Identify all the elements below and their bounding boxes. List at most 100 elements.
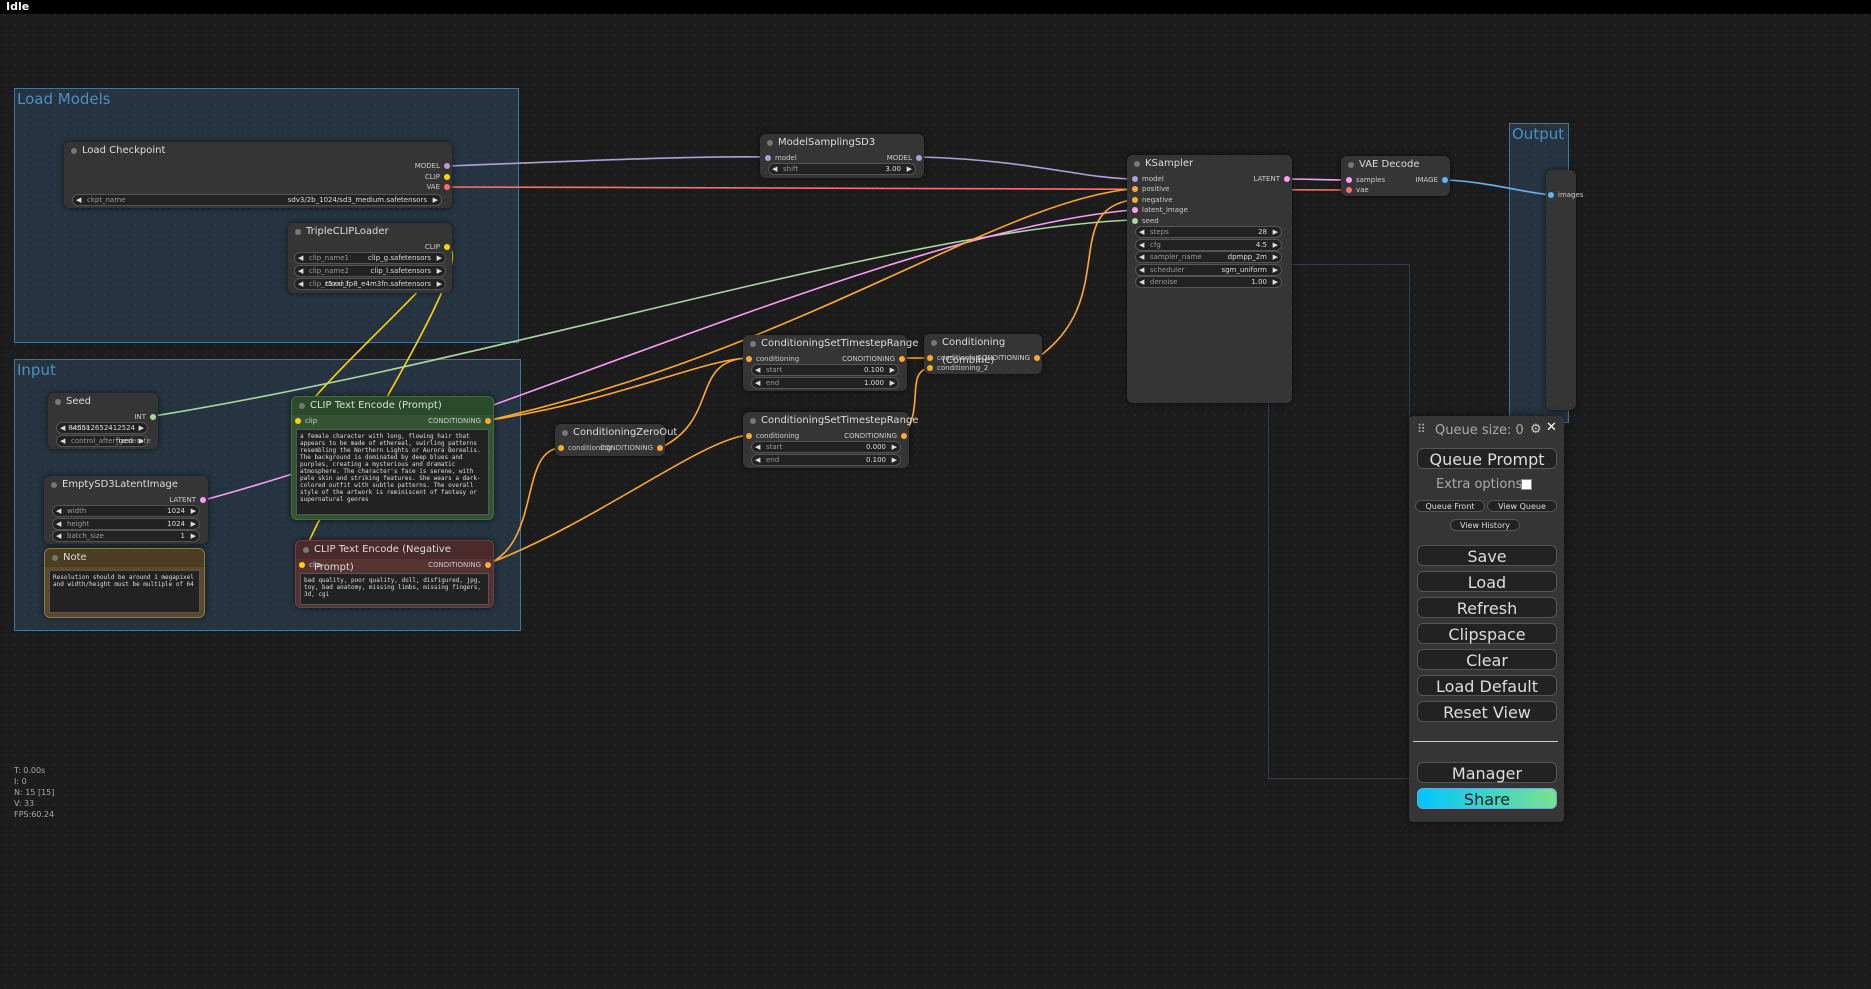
collapse-dot[interactable] (55, 399, 61, 405)
steps-number[interactable]: ◀ steps 28 ▶ (1135, 226, 1282, 238)
output-conditioning[interactable]: CONDITIONING (844, 431, 907, 441)
node-seed[interactable]: Seed INT ◀ value 845512652412524 ▶ ◀ control… (48, 393, 158, 449)
queue-panel[interactable]: ⠿ Queue size: 0 ⚙ ✕ Queue Prompt Extra o… (1409, 416, 1564, 822)
node-empty-sd3-latent[interactable]: EmptySD3LatentImage LATENT ◀ width 1024 ▶ ◀… (44, 476, 208, 544)
render-stats: T: 0.00s I: 0 N: 15 [15] V: 33 FPS:60.24 (14, 765, 54, 820)
end-number[interactable]: ◀ end 1.000 ▶ (751, 377, 899, 389)
input-model[interactable]: model (765, 153, 797, 163)
node-conditioning-set-timestep-range-1[interactable]: ConditioningSetTimestepRange conditionin… (743, 335, 918, 391)
collapse-dot[interactable] (767, 140, 773, 146)
output-model[interactable]: MODEL (887, 153, 922, 163)
output-vae[interactable]: VAE (426, 182, 450, 192)
load-default-button[interactable]: Load Default (1417, 675, 1557, 696)
width-number[interactable]: ◀ width 1024 ▶ (52, 505, 200, 517)
cfg-number[interactable]: ◀ cfg 4.5 ▶ (1135, 239, 1282, 251)
output-clip[interactable]: CLIP (425, 172, 450, 182)
node-model-sampling-sd3[interactable]: ModelSamplingSD3 model MODEL ◀ shift 3.00 ▶ (760, 134, 924, 178)
extra-options-checkbox[interactable] (1521, 479, 1532, 490)
clip-name2-combo[interactable]: ◀ clip_name2 clip_l.safetensors ▶ (294, 265, 446, 277)
denoise-number[interactable]: ◀ denoise 1.00 ▶ (1135, 276, 1282, 288)
node-conditioning-combine[interactable]: Conditioning (Combine) conditioning_1 co… (924, 334, 1042, 374)
batch-size-number[interactable]: ◀ batch_size 1 ▶ (52, 530, 200, 542)
node-triple-clip-loader[interactable]: TripleCLIPLoader CLIP ◀ clip_name1 clip_g.… (288, 223, 452, 293)
input-vae[interactable]: vae (1346, 185, 1369, 195)
end-number[interactable]: ◀ end 0.100 ▶ (751, 454, 901, 466)
node-clip-text-encode-negative[interactable]: CLIP Text Encode (Negative Prompt) clip … (295, 540, 494, 608)
collapse-dot[interactable] (750, 418, 756, 424)
shift-number[interactable]: ◀ shift 3.00 ▶ (768, 163, 916, 175)
gear-icon[interactable]: ⚙ (1530, 422, 1542, 437)
input-clip[interactable]: clip (295, 416, 317, 426)
load-button[interactable]: Load (1417, 571, 1557, 592)
output-int[interactable]: INT (134, 412, 156, 422)
clip-name1-combo[interactable]: ◀ clip_name1 clip_g.safetensors ▶ (294, 252, 446, 264)
sampler-name-combo[interactable]: ◀ sampler_name dpmpp_2m ▶ (1135, 251, 1282, 263)
output-conditioning[interactable]: CONDITIONING (977, 353, 1040, 363)
collapse-dot[interactable] (931, 340, 937, 346)
save-button[interactable]: Save (1417, 545, 1557, 566)
output-latent[interactable]: LATENT (169, 495, 206, 505)
share-button[interactable]: Share (1417, 788, 1557, 809)
output-latent[interactable]: LATENT (1253, 174, 1290, 184)
reset-view-button[interactable]: Reset View (1417, 701, 1557, 722)
node-save-image[interactable]: images (1546, 170, 1583, 410)
node-vae-decode[interactable]: VAE Decode samples vae IMAGE (1341, 156, 1450, 196)
refresh-button[interactable]: Refresh (1417, 597, 1557, 618)
collapse-dot[interactable] (71, 148, 77, 154)
seed-value-number[interactable]: ◀ value 845512652412524 ▶ (56, 422, 148, 434)
graph-canvas[interactable]: Idle Load Models Input Output Load Check… (0, 0, 1871, 989)
clip-name3-combo[interactable]: ◀ clip_name3 t5xxl_fp8_e4m3fn.safetensors ▶ (294, 278, 446, 290)
output-image[interactable]: IMAGE (1415, 175, 1448, 185)
collapse-dot[interactable] (52, 555, 58, 561)
collapse-dot[interactable] (303, 547, 309, 553)
collapse-dot[interactable] (1134, 161, 1140, 167)
clipspace-button[interactable]: Clipspace (1417, 623, 1557, 644)
input-samples[interactable]: samples (1346, 175, 1385, 185)
input-seed[interactable]: seed (1132, 216, 1159, 226)
input-images[interactable]: images (1548, 190, 1583, 200)
prompt-text[interactable]: a female character with long, flowing ha… (296, 429, 489, 515)
collapse-dot[interactable] (1348, 162, 1354, 168)
input-conditioning[interactable]: conditioning (746, 354, 799, 364)
start-number[interactable]: ◀ start 0.000 ▶ (751, 441, 901, 453)
control-after-generate-combo[interactable]: ◀ control_after_generate fixed ▶ (56, 435, 151, 447)
node-conditioning-set-timestep-range-2[interactable]: ConditioningSetTimestepRange conditionin… (743, 412, 918, 468)
output-conditioning[interactable]: CONDITIONING (428, 416, 491, 426)
input-clip[interactable]: clip (299, 560, 321, 570)
node-ksampler[interactable]: KSampler model positive negative latent_… (1127, 155, 1292, 403)
output-conditioning[interactable]: CONDITIONING (428, 560, 491, 570)
node-note[interactable]: Note Resolution should be around 1 megap… (44, 548, 205, 618)
height-number[interactable]: ◀ height 1024 ▶ (52, 518, 200, 530)
node-load-checkpoint[interactable]: Load Checkpoint MODEL CLIP VAE ◀ ckpt_nam… (64, 142, 452, 208)
input-positive[interactable]: positive (1132, 184, 1169, 194)
start-number[interactable]: ◀ start 0.100 ▶ (751, 364, 899, 376)
output-conditioning[interactable]: CONDITIONING (842, 354, 905, 364)
drag-handle-icon[interactable]: ⠿ (1417, 422, 1426, 436)
collapse-dot[interactable] (295, 229, 301, 235)
input-conditioning[interactable]: conditioning (746, 431, 799, 441)
collapse-dot[interactable] (562, 430, 568, 436)
input-conditioning-2[interactable]: conditioning_2 (927, 363, 988, 373)
view-history-button[interactable]: View History (1450, 519, 1520, 531)
node-clip-text-encode-positive[interactable]: CLIP Text Encode (Prompt) clip CONDITION… (291, 396, 494, 520)
note-text[interactable]: Resolution should be around 1 megapixel … (49, 570, 200, 613)
queue-front-button[interactable]: Queue Front (1415, 500, 1485, 512)
output-clip[interactable]: CLIP (425, 242, 450, 252)
scheduler-combo[interactable]: ◀ scheduler sgm_uniform ▶ (1135, 264, 1282, 276)
collapse-dot[interactable] (51, 482, 57, 488)
input-model[interactable]: model (1132, 174, 1164, 184)
close-icon[interactable]: ✕ (1546, 420, 1557, 435)
clear-button[interactable]: Clear (1417, 649, 1557, 670)
output-model[interactable]: MODEL (415, 161, 450, 171)
input-latent-image[interactable]: latent_image (1132, 205, 1188, 215)
queue-prompt-button[interactable]: Queue Prompt (1417, 448, 1557, 469)
input-negative[interactable]: negative (1132, 195, 1173, 205)
output-conditioning[interactable]: CONDITIONING (600, 443, 663, 453)
node-conditioning-zero-out[interactable]: ConditioningZeroOut conditioning CONDITI… (555, 424, 677, 456)
ckpt-name-combo[interactable]: ◀ ckpt_name sdv3/2b_1024/sd3_medium.safete… (72, 194, 442, 206)
manager-button[interactable]: Manager (1417, 762, 1557, 783)
negative-prompt-text[interactable]: bad quality, poor quality, doll, disfigu… (300, 573, 489, 605)
view-queue-button[interactable]: View Queue (1487, 500, 1557, 512)
collapse-dot[interactable] (750, 341, 756, 347)
collapse-dot[interactable] (299, 403, 305, 409)
